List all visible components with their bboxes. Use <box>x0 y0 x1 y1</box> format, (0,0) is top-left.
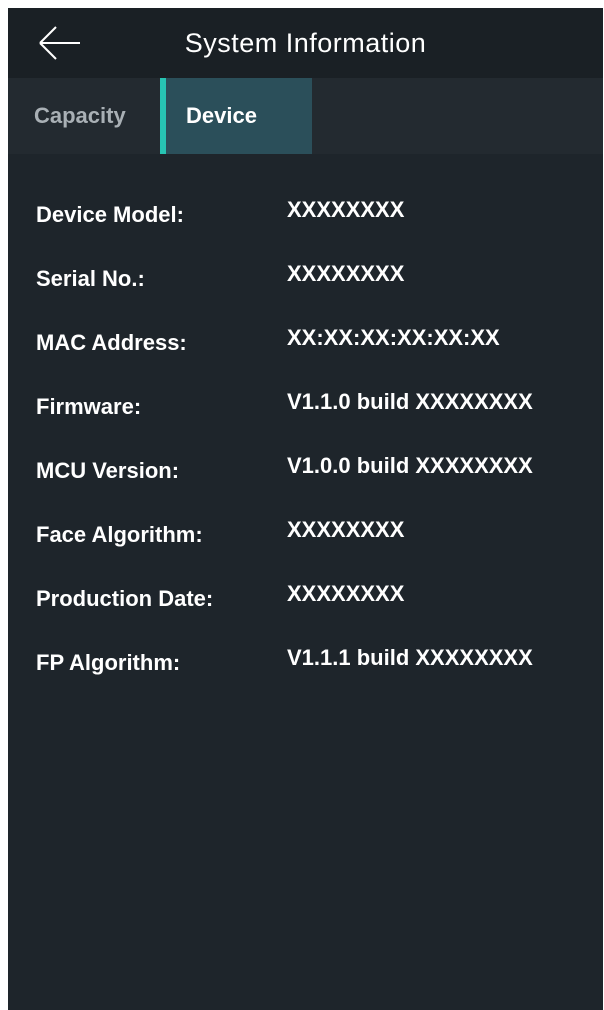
mac-address-value: XX:XX:XX:XX:XX:XX <box>287 325 500 350</box>
info-row-fp-algorithm: FP Algorithm: V1.1.1 build XXXXXXXX <box>8 632 603 696</box>
arrow-left-icon[interactable] <box>36 25 82 61</box>
page-title: System Information <box>184 28 427 58</box>
firmware-value: V1.1.0 build XXXXXXXX <box>287 389 533 414</box>
mac-address-label: MAC Address: <box>36 330 187 355</box>
info-row-firmware: Firmware: V1.1.0 build XXXXXXXX <box>8 376 603 440</box>
info-row-production-date: Production Date: XXXXXXXX <box>8 568 603 632</box>
production-date-label: Production Date: <box>36 586 214 611</box>
info-row-serial-no: Serial No.: XXXXXXXX <box>8 248 603 312</box>
mcu-version-label: MCU Version: <box>36 458 180 483</box>
device-info-list: Device Model: XXXXXXXX Serial No.: XXXXX… <box>8 184 603 696</box>
info-row-face-algorithm: Face Algorithm: XXXXXXXX <box>8 504 603 568</box>
info-row-mcu-version: MCU Version: V1.0.0 build XXXXXXXX <box>8 440 603 504</box>
fp-algorithm-value: V1.1.1 build XXXXXXXX <box>287 645 533 670</box>
tab-device[interactable]: Device <box>160 78 312 154</box>
serial-no-value: XXXXXXXX <box>287 261 405 286</box>
mcu-version-value: V1.0.0 build XXXXXXXX <box>287 453 533 478</box>
production-date-value: XXXXXXXX <box>287 581 405 606</box>
face-algorithm-value: XXXXXXXX <box>287 517 405 542</box>
info-row-device-model: Device Model: XXXXXXXX <box>8 184 603 248</box>
header-bar: System Information <box>8 8 603 78</box>
tab-capacity[interactable]: Capacity <box>8 78 160 154</box>
device-model-label: Device Model: <box>36 202 184 227</box>
firmware-label: Firmware: <box>36 394 142 419</box>
face-algorithm-label: Face Algorithm: <box>36 522 203 547</box>
info-row-mac-address: MAC Address: XX:XX:XX:XX:XX:XX <box>8 312 603 376</box>
tab-bar: Capacity Device <box>8 78 603 154</box>
serial-no-label: Serial No.: <box>36 266 145 291</box>
device-model-value: XXXXXXXX <box>287 197 405 222</box>
fp-algorithm-label: FP Algorithm: <box>36 650 181 675</box>
system-information-screen: System Information Capacity Device Devic… <box>8 8 603 1010</box>
